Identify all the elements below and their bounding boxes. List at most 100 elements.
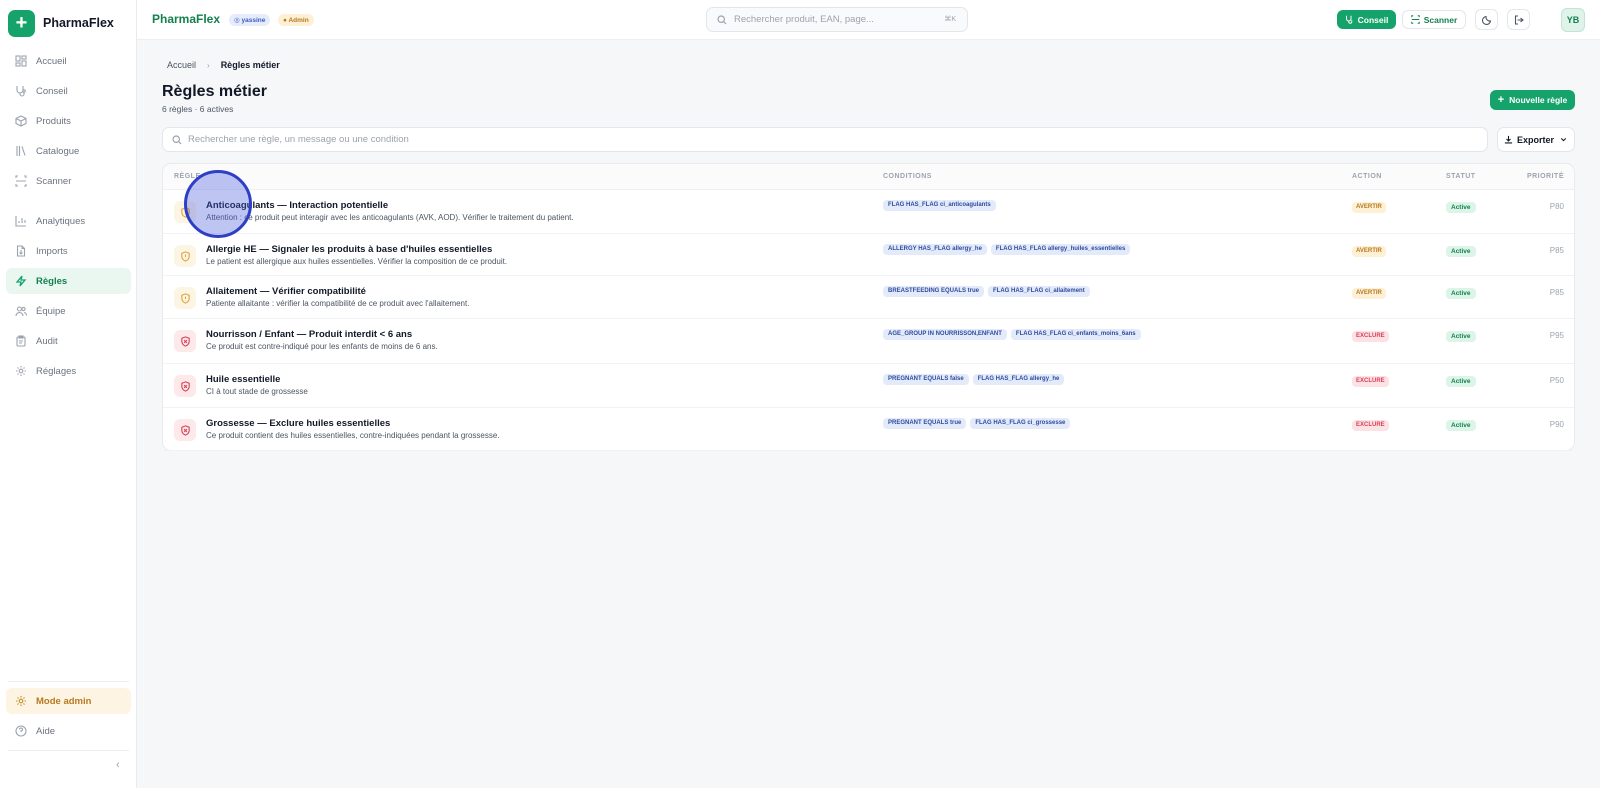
page-subtitle: 6 règles · 6 actives [162,104,234,114]
gear-icon [14,364,28,378]
sidebar-admin-mode[interactable]: Mode admin [6,688,131,714]
theme-toggle-button[interactable] [1475,9,1498,30]
status-badge[interactable]: Active [1446,246,1476,257]
rule-conditions: ALLERGY HAS_FLAG allergy_he FLAG HAS_FLAG… [883,244,1303,262]
rule-title[interactable]: Allergie HE — Signaler les produits à ba… [206,244,492,255]
global-search-input[interactable]: Rechercher produit, EAN, page... ⌘K [706,7,968,32]
sidebar-item-label: Aide [36,725,56,737]
sidebar-item-label: Mode admin [36,695,92,707]
status-badge[interactable]: Active [1446,331,1476,342]
action-badge: AVERTIR [1352,202,1386,213]
rule-description: Le patient est allergique aux huiles ess… [206,257,508,266]
help-circle-icon [14,724,28,738]
download-icon [1504,135,1513,144]
sidebar-item-catalogue[interactable]: Catalogue [6,138,131,164]
column-header-conditions[interactable]: CONDITIONS [883,173,932,180]
brand-logo: + [8,9,35,37]
rule-title[interactable]: Nourrisson / Enfant — Produit interdit <… [206,329,412,340]
avatar[interactable]: YB [1561,8,1585,32]
rule-search-input[interactable]: Rechercher une règle, un message ou une … [162,127,1488,152]
rule-description: CI à tout stade de grossesse [206,387,308,396]
collapse-sidebar-button[interactable]: ‹ [116,759,120,771]
sidebar-item-reglages[interactable]: Réglages [6,358,131,384]
action-badge: EXCLURE [1352,420,1389,431]
rule-description: Attention : ce produit peut interagir av… [206,213,574,222]
sidebar-item-regles[interactable]: Règles [6,268,131,294]
new-rule-button[interactable]: + Nouvelle règle [1490,90,1575,110]
priority-value: P85 [1549,246,1564,255]
sidebar-item-label: Imports [36,245,68,257]
table-row[interactable]: Allergie HE — Signaler les produits à ba… [163,234,1574,276]
sidebar-item-analytiques[interactable]: Analytiques [6,208,131,234]
scan-icon [14,174,28,188]
export-button[interactable]: Exporter [1497,127,1575,152]
scanner-label: Scanner [1423,14,1458,25]
brand-name: PharmaFlex [43,16,114,30]
column-header-action[interactable]: ACTION [1352,173,1382,180]
rule-conditions: BREASTFEEDING EQUALS true FLAG HAS_FLAG c… [883,286,1303,304]
rules-table: RÈGLE CONDITIONS ACTION STATUT PRIORITÉ … [162,163,1575,451]
condition-tag: PREGNANT EQUALS true [883,418,967,429]
search-placeholder: Rechercher produit, EAN, page... [734,14,874,25]
action-badge: EXCLURE [1352,331,1389,342]
scanner-button[interactable]: Scanner [1402,10,1466,29]
condition-tag: FLAG HAS_FLAG ci_grossesse [970,418,1071,429]
rule-conditions: FLAG HAS_FLAG ci_anticoagulants [883,200,1303,218]
rule-search-placeholder: Rechercher une règle, un message ou une … [188,134,409,145]
search-icon [172,134,182,144]
status-badge[interactable]: Active [1446,376,1476,387]
rule-title[interactable]: Huile essentielle [206,374,280,385]
scan-icon [1410,15,1420,24]
stethoscope-icon [1345,15,1352,24]
table-row[interactable]: Huile essentielle CI à tout stade de gros… [163,364,1574,408]
moon-icon [1481,15,1491,25]
table-row[interactable]: Nourrisson / Enfant — Produit interdit <… [163,319,1574,364]
sidebar-item-equipe[interactable]: Équipe [6,298,131,324]
sidebar-item-label: Règles [36,275,68,287]
topbar: PharmaFlex ◎ yassine ● Admin Rechercher … [137,0,1600,40]
sidebar-divider [8,681,129,682]
column-header-status[interactable]: STATUT [1446,173,1476,180]
table-row[interactable]: Allaitement — Vérifier compatibilité Pati… [163,276,1574,319]
sidebar-item-audit[interactable]: Audit [6,328,131,354]
table-row[interactable]: Grossesse — Exclure huiles essentielles C… [163,408,1574,451]
search-icon [717,14,727,24]
brand[interactable]: + PharmaFlex [0,0,136,46]
sidebar-item-accueil[interactable]: Accueil [6,48,131,74]
export-label: Exporter [1516,134,1554,145]
sidebar-item-conseil[interactable]: Conseil [6,78,131,104]
sidebar-item-label: Accueil [36,55,67,67]
column-header-priority[interactable]: PRIORITÉ [1527,173,1564,180]
logout-icon [1514,14,1524,25]
rule-description: Patiente allaitante : vérifier la compat… [206,299,470,308]
topbar-brand[interactable]: PharmaFlex [152,12,220,26]
condition-tag: AGE_GROUP IN NOURRISSON,ENFANT [883,329,1007,340]
file-import-icon [14,244,28,258]
sidebar-item-produits[interactable]: Produits [6,108,131,134]
conseil-button[interactable]: Conseil [1337,10,1396,29]
sidebar-item-label: Analytiques [36,215,86,227]
rule-title[interactable]: Grossesse — Exclure huiles essentielles [206,418,390,429]
condition-tag: FLAG HAS_FLAG ci_enfants_moins_6ans [1010,329,1141,340]
status-badge[interactable]: Active [1446,288,1476,299]
breadcrumb-current: Règles métier [220,60,280,70]
sidebar-item-scanner[interactable]: Scanner [6,168,131,194]
sidebar-help[interactable]: Aide [6,718,131,744]
sidebar: + PharmaFlex Accueil Conseil Produits Ca… [0,0,137,788]
plus-icon: + [1497,94,1505,106]
action-badge: EXCLURE [1352,376,1389,387]
stethoscope-icon [14,84,28,98]
zap-icon [14,274,28,288]
dashboard-icon [14,54,28,68]
shield-alert-icon [174,245,196,267]
user-chip: ◎ yassine [229,14,271,26]
rule-title[interactable]: Allaitement — Vérifier compatibilité [206,286,366,297]
users-icon [14,304,28,318]
condition-tag: FLAG HAS_FLAG ci_allaitement [988,286,1090,297]
table-row[interactable]: Anticoagulants — Interaction potentielle… [163,190,1574,234]
status-badge[interactable]: Active [1446,420,1476,431]
sidebar-item-imports[interactable]: Imports [6,238,131,264]
logout-button[interactable] [1507,9,1530,30]
breadcrumb-home[interactable]: Accueil [167,60,196,70]
status-badge[interactable]: Active [1446,202,1476,213]
